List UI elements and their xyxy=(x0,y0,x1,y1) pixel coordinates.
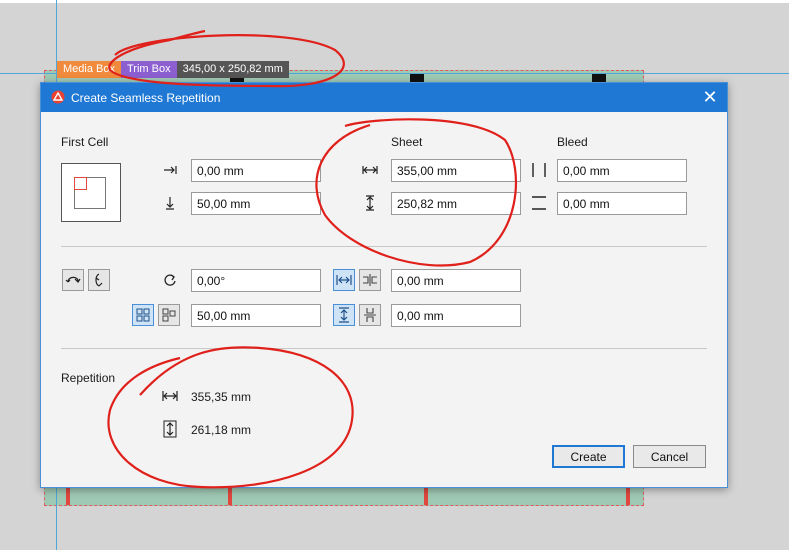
repetition-label: Repetition xyxy=(61,371,116,385)
bleed-label: Bleed xyxy=(557,135,588,149)
repetition-height-value: 261,18 mm xyxy=(191,423,252,437)
create-seamless-repetition-dialog: Create Seamless Repetition ✕ First Cell … xyxy=(40,82,728,488)
repetition-width-icon xyxy=(161,387,179,405)
sheet-width-input[interactable] xyxy=(391,159,521,182)
preview-first-cell xyxy=(74,177,87,190)
offset-grid-icon[interactable] xyxy=(158,304,180,326)
bleed-horizontal-icon xyxy=(530,161,548,179)
grid-layout-icon[interactable] xyxy=(132,304,154,326)
repetition-width-value: 355,35 mm xyxy=(191,390,252,404)
align-horizontal-icon[interactable] xyxy=(359,269,381,291)
canvas-top-strip xyxy=(0,0,789,3)
bleed-mark xyxy=(424,487,428,505)
bleed-mark xyxy=(66,487,70,505)
arrow-right-bar-icon xyxy=(161,161,179,179)
first-cell-x-input[interactable] xyxy=(191,159,321,182)
vertical-gap-input[interactable] xyxy=(391,304,521,327)
dialog-title: Create Seamless Repetition xyxy=(71,91,221,105)
first-cell-preview xyxy=(61,163,121,222)
align-vertical-icon[interactable] xyxy=(359,304,381,326)
cancel-button[interactable]: Cancel xyxy=(633,445,706,468)
bleed-vertical-icon xyxy=(530,194,548,212)
arrow-down-bar-icon xyxy=(161,194,179,212)
horizontal-gap-input[interactable] xyxy=(391,269,521,292)
section-divider xyxy=(61,348,707,349)
app-logo-icon xyxy=(51,90,65,104)
first-cell-label: First Cell xyxy=(61,135,109,149)
flip-horizontal-icon[interactable] xyxy=(62,269,84,291)
rotate-icon xyxy=(161,271,179,289)
close-icon[interactable]: ✕ xyxy=(693,83,727,112)
create-button[interactable]: Create xyxy=(552,445,625,468)
repetition-height-icon xyxy=(161,420,179,438)
bleed-mark xyxy=(228,487,232,505)
bleed-mark xyxy=(626,487,630,505)
first-cell-y-input[interactable] xyxy=(191,192,321,215)
trim-box-tag[interactable]: Trim Box xyxy=(120,61,177,78)
section-divider xyxy=(61,246,707,247)
box-tags: Media Box Trim Box 345,00 x 250,82 mm xyxy=(57,61,289,78)
rotation-input[interactable] xyxy=(191,269,321,292)
box-size-tag: 345,00 x 250,82 mm xyxy=(176,61,289,78)
width-arrows-icon xyxy=(361,161,379,179)
spacing-vertical-icon[interactable] xyxy=(333,304,355,326)
offset-input[interactable] xyxy=(191,304,321,327)
sheet-height-input[interactable] xyxy=(391,192,521,215)
media-box-tag[interactable]: Media Box xyxy=(57,61,121,78)
height-arrows-icon xyxy=(361,194,379,212)
artboard-bottom-edge xyxy=(44,486,644,506)
dialog-titlebar[interactable]: Create Seamless Repetition ✕ xyxy=(41,83,727,112)
bleed-vertical-input[interactable] xyxy=(557,192,687,215)
spacing-horizontal-icon[interactable] xyxy=(333,269,355,291)
bleed-horizontal-input[interactable] xyxy=(557,159,687,182)
flip-vertical-icon[interactable] xyxy=(88,269,110,291)
sheet-label: Sheet xyxy=(391,135,423,149)
